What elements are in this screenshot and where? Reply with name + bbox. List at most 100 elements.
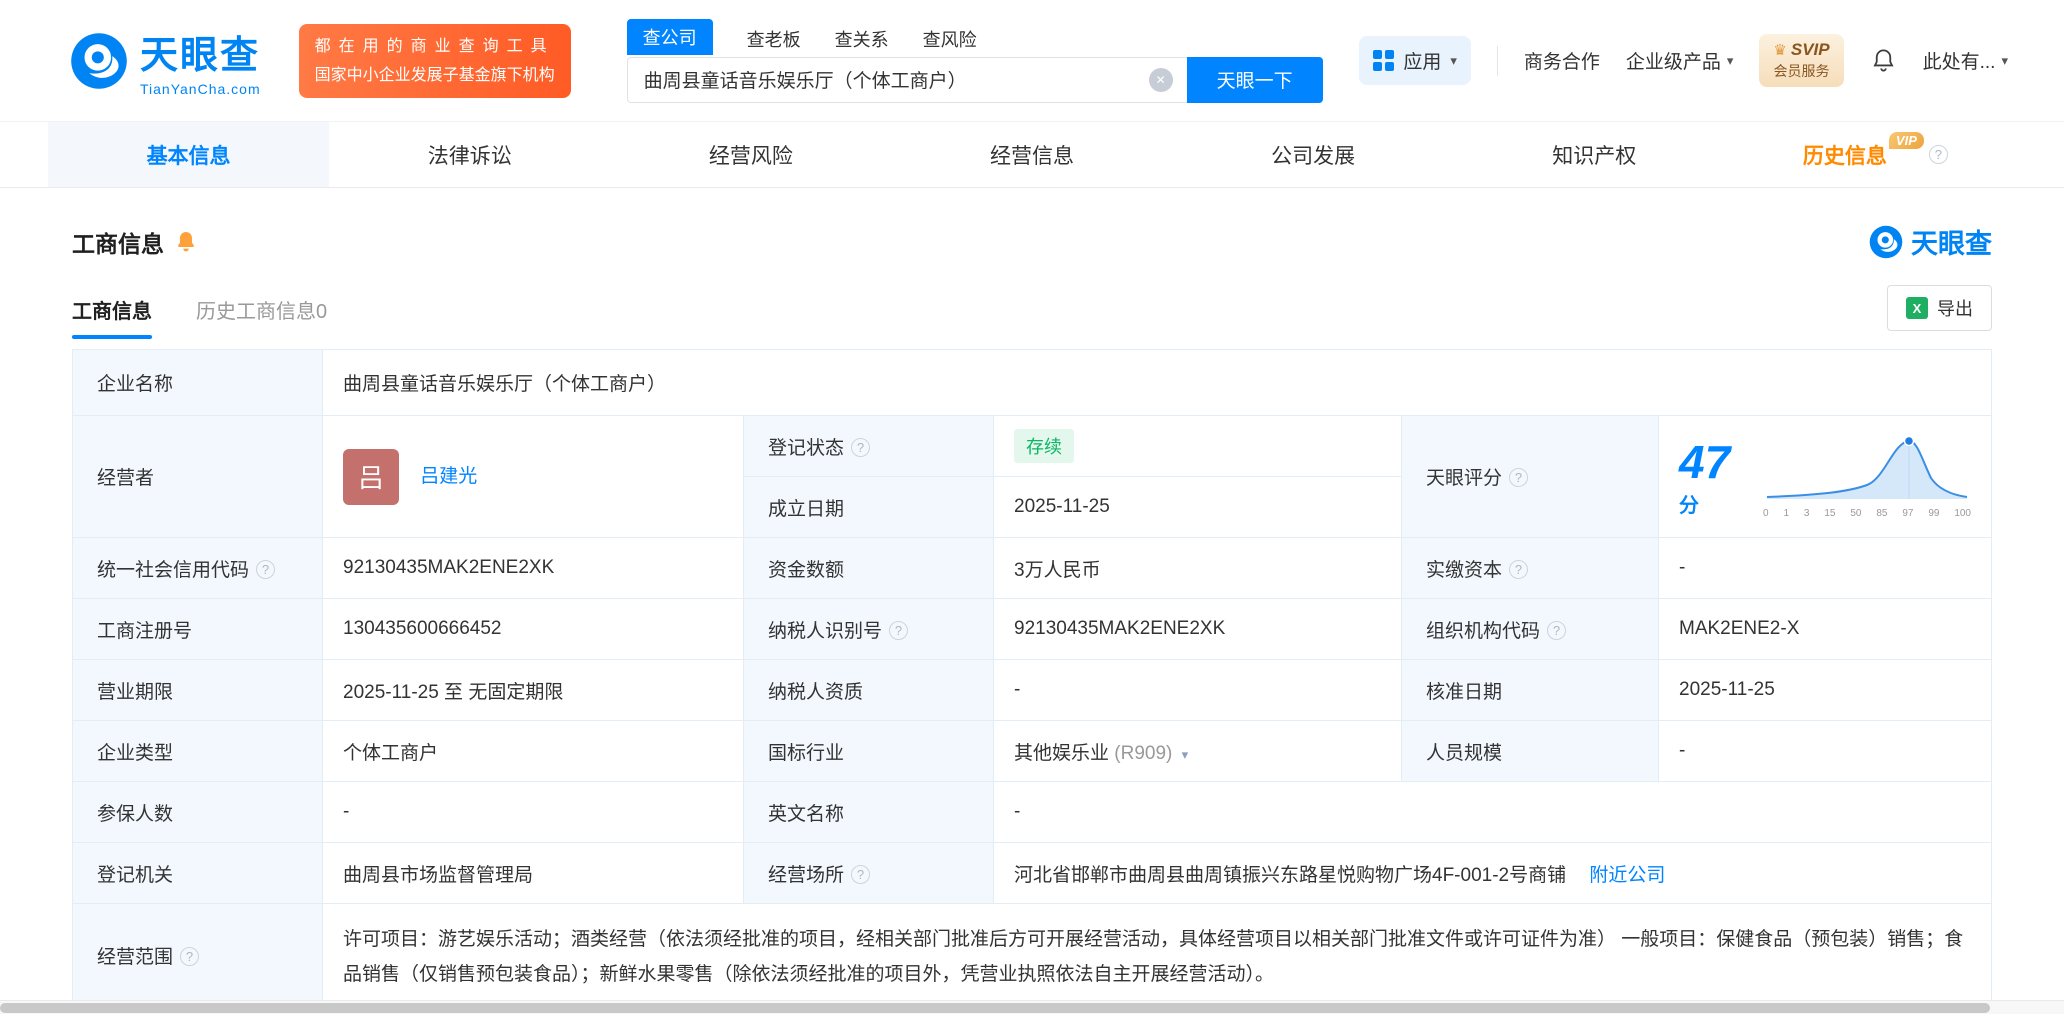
subtabs-row: 工商信息 历史工商信息0 X 导出 — [72, 285, 1992, 339]
help-icon[interactable]: ? — [889, 620, 909, 640]
score-unit: 分 — [1679, 495, 1699, 517]
field-label: 国标行业 — [743, 720, 994, 782]
field-label: 参保人数 — [72, 781, 323, 843]
credit-code-value: 92130435MAK2ENE2XK — [322, 537, 744, 599]
field-label: 经营范围? — [72, 903, 323, 1011]
promo-badge[interactable]: 都在用的商业查询工具 国家中小企业发展子基金旗下机构 — [298, 23, 571, 98]
table-row-company-name: 企业名称 曲周县童话音乐娱乐厅（个体工商户） — [72, 349, 1992, 416]
business-scope-value: 许可项目：游艺娱乐活动；酒类经营（依法须经批准的项目，经相关部门批准后方可开展经… — [322, 903, 1992, 1011]
field-label-text: 经营范围 — [97, 946, 174, 968]
subtab-business-info[interactable]: 工商信息 — [72, 295, 152, 339]
caret-down-icon: ▾ — [2001, 52, 2008, 68]
search-input-wrap: ✕ — [626, 56, 1187, 103]
help-icon[interactable]: ? — [1509, 559, 1529, 579]
field-label-text: 企业名称 — [97, 374, 174, 395]
search-tabs: 查公司 查老板 查关系 查风险 — [626, 18, 1323, 57]
export-button[interactable]: X 导出 — [1887, 285, 1992, 331]
field-label: 实缴资本? — [1401, 537, 1659, 599]
apps-menu-button[interactable]: 应用 ▾ — [1359, 36, 1471, 85]
tianyancha-logo[interactable]: 天眼查 TianYanCha.com — [70, 24, 261, 97]
operator-name-link[interactable]: 吕建光 — [420, 466, 477, 487]
english-name-value: - — [993, 781, 1992, 843]
help-icon[interactable]: ? — [1928, 145, 1948, 164]
nearby-companies-link[interactable]: 附近公司 — [1589, 865, 1665, 886]
search-tab-risk[interactable]: 查风险 — [923, 26, 977, 55]
field-label: 企业名称 — [72, 349, 323, 416]
field-label-text: 企业类型 — [97, 742, 174, 764]
header-divider — [1496, 45, 1498, 76]
field-label-text: 统一社会信用代码 — [97, 559, 250, 581]
org-code-value: MAK2ENE2-X — [1658, 598, 1992, 660]
reg-status-value: 存续 — [993, 415, 1402, 477]
apps-label: 应用 — [1403, 52, 1442, 73]
notification-bell-icon[interactable] — [1870, 47, 1897, 74]
clear-icon[interactable]: ✕ — [1148, 67, 1173, 92]
tab-label: 经营风险 — [708, 144, 793, 168]
header-right-actions: 应用 ▾ 商务合作 企业级产品 ▾ ♛ SVIP 会员服务 此处有... ▾ — [1359, 34, 2008, 87]
search-tab-relation[interactable]: 查关系 — [835, 26, 889, 55]
field-label-text: 核准日期 — [1426, 681, 1503, 703]
field-label-text: 组织机构代码 — [1426, 620, 1541, 642]
field-label: 核准日期 — [1401, 659, 1659, 721]
tab-company-development[interactable]: 公司发展 — [1173, 122, 1454, 187]
field-label-text: 登记机关 — [97, 864, 174, 886]
section-head: 工商信息 天眼查 — [72, 222, 1992, 261]
main-content: 工商信息 天眼查 工商信息 历史工商信息0 X 导出 企业名称 曲周县童话音乐娱… — [0, 222, 2064, 1011]
help-icon[interactable]: ? — [1509, 468, 1529, 487]
tab-label: 法律诉讼 — [427, 144, 512, 168]
industry-value-cell[interactable]: 其他娱乐业 (R909) ▾ — [993, 720, 1402, 782]
svip-member-badge[interactable]: ♛ SVIP 会员服务 — [1759, 34, 1844, 87]
search-input[interactable] — [626, 56, 1187, 103]
score-value-cell: 47 分 0 1 3 15 50 85 97 99 100 — [1658, 415, 1992, 538]
search-tab-boss[interactable]: 查老板 — [747, 26, 801, 55]
field-label: 经营场所? — [743, 842, 994, 904]
export-label: 导出 — [1937, 299, 1973, 319]
more-menu[interactable]: 此处有... ▾ — [1923, 47, 2008, 74]
subtab-history-business-info[interactable]: 历史工商信息0 — [196, 295, 327, 339]
help-icon[interactable]: ? — [851, 864, 871, 884]
score-value: 47 — [1679, 436, 1731, 488]
help-icon[interactable]: ? — [1547, 620, 1567, 640]
field-label-text: 营业期限 — [97, 681, 174, 703]
tianyancha-logo-icon — [71, 32, 127, 89]
excel-icon: X — [1906, 297, 1928, 319]
operator-avatar[interactable]: 吕 — [343, 448, 399, 505]
scrollbar-thumb[interactable] — [0, 1003, 1990, 1013]
tab-history-info[interactable]: 历史信息 VIP ? — [1735, 122, 2016, 187]
search-button[interactable]: 天眼一下 — [1186, 56, 1323, 103]
promo-line1: 都在用的商业查询工具 — [314, 37, 555, 55]
field-label: 人员规模 — [1401, 720, 1659, 782]
subscribe-bell-icon[interactable] — [174, 230, 198, 254]
tab-basic-info[interactable]: 基本信息 — [48, 122, 330, 187]
help-icon[interactable]: ? — [180, 946, 200, 966]
help-icon[interactable]: ? — [256, 559, 276, 579]
brand-name: 天眼查 — [140, 35, 261, 77]
table-row-business-scope: 经营范围? 许可项目：游艺娱乐活动；酒类经营（依法须经批准的项目，经相关部门批准… — [72, 903, 1992, 1011]
tab-business-info[interactable]: 经营信息 — [891, 122, 1172, 187]
business-info-table: 企业名称 曲周县童话音乐娱乐厅（个体工商户） 经营者 吕 吕建光 登记状态? 存… — [72, 349, 1992, 1011]
field-label-text: 经营者 — [97, 468, 155, 489]
status-badge: 存续 — [1014, 429, 1074, 463]
field-label-text: 英文名称 — [768, 803, 845, 825]
vip-badge: VIP — [1888, 132, 1924, 149]
staff-size-value: - — [1658, 720, 1992, 782]
svip-sub-label: 会员服务 — [1773, 63, 1830, 79]
field-label: 资金数额 — [743, 537, 994, 599]
enterprise-products-menu[interactable]: 企业级产品 ▾ — [1626, 47, 1734, 74]
apps-grid-icon — [1373, 50, 1395, 71]
tab-intellectual-property[interactable]: 知识产权 — [1454, 122, 1735, 187]
field-label: 组织机构代码? — [1401, 598, 1659, 660]
reg-number-value: 130435600666452 — [322, 598, 744, 660]
field-label-text: 资金数额 — [768, 559, 845, 581]
enterprise-products-label: 企业级产品 — [1625, 52, 1721, 73]
insured-count-value: - — [322, 781, 744, 843]
tab-legal-proceedings[interactable]: 法律诉讼 — [329, 122, 610, 187]
help-icon[interactable]: ? — [851, 437, 871, 457]
search-tab-company[interactable]: 查公司 — [626, 18, 713, 55]
horizontal-scrollbar[interactable] — [0, 1000, 2064, 1014]
field-label: 统一社会信用代码? — [72, 537, 323, 599]
field-label: 天眼评分? — [1401, 415, 1659, 538]
business-cooperation-link[interactable]: 商务合作 — [1524, 47, 1600, 74]
tab-business-risk[interactable]: 经营风险 — [610, 122, 891, 187]
tab-label: 基本信息 — [146, 144, 231, 168]
